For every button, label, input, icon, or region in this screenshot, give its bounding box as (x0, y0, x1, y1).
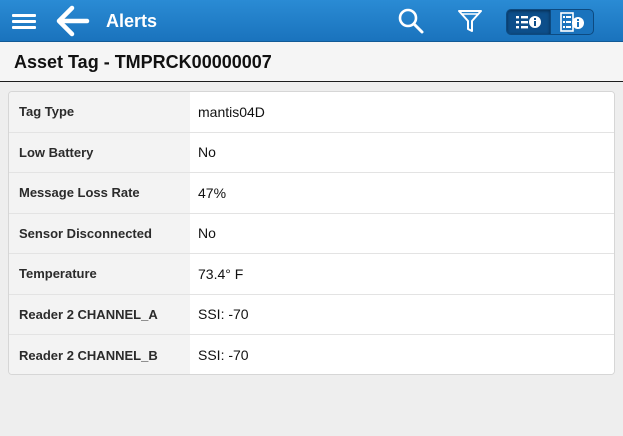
detail-info-icon-graphic (560, 12, 584, 32)
table-row: Temperature 73.4° F (9, 254, 614, 295)
top-app-bar: Alerts (0, 0, 623, 42)
table-row: Sensor Disconnected No (9, 213, 614, 254)
row-value: 47% (190, 173, 614, 213)
arrow-left-icon[interactable] (56, 4, 90, 38)
filter-funnel-icon-graphic (458, 10, 482, 32)
search-icon-graphic (398, 8, 424, 34)
menu-line (12, 14, 36, 17)
arrow-left-icon-graphic (56, 5, 90, 37)
row-value: No (190, 132, 614, 172)
table-row: Message Loss Rate 47% (9, 173, 614, 214)
row-label: Tag Type (9, 92, 190, 132)
table-row: Reader 2 CHANNEL_A SSI: -70 (9, 294, 614, 335)
row-value: SSI: -70 (190, 335, 614, 374)
table-row: Low Battery No (9, 132, 614, 173)
app-title: Alerts (106, 11, 158, 31)
table-row: Tag Type mantis04D (9, 92, 614, 133)
detail-info-icon[interactable] (549, 10, 593, 34)
row-label: Sensor Disconnected (9, 213, 190, 253)
row-value: 73.4° F (190, 254, 614, 294)
row-label: Message Loss Rate (9, 173, 190, 213)
list-info-icon[interactable] (507, 10, 550, 34)
search-icon[interactable] (396, 7, 426, 35)
list-info-icon-graphic (516, 16, 542, 29)
row-label: Reader 2 CHANNEL_B (9, 335, 190, 374)
filter-funnel-icon[interactable] (455, 7, 485, 35)
row-label: Low Battery (9, 132, 190, 172)
row-value: No (190, 213, 614, 253)
table-row: Reader 2 CHANNEL_B SSI: -70 (9, 335, 614, 374)
detail-header: Asset Tag - TMPRCK00000007 (0, 42, 623, 82)
menu-line (12, 26, 36, 29)
row-label: Temperature (9, 254, 190, 294)
row-value: mantis04D (190, 92, 614, 132)
page-title: Asset Tag - TMPRCK00000007 (14, 52, 272, 72)
row-value: SSI: -70 (190, 294, 614, 334)
details-table: Tag Type mantis04D Low Battery No Messag… (8, 91, 615, 375)
menu-line (12, 20, 36, 23)
hamburger-menu-icon[interactable] (10, 10, 38, 32)
view-toggle (506, 9, 594, 35)
row-label: Reader 2 CHANNEL_A (9, 294, 190, 334)
